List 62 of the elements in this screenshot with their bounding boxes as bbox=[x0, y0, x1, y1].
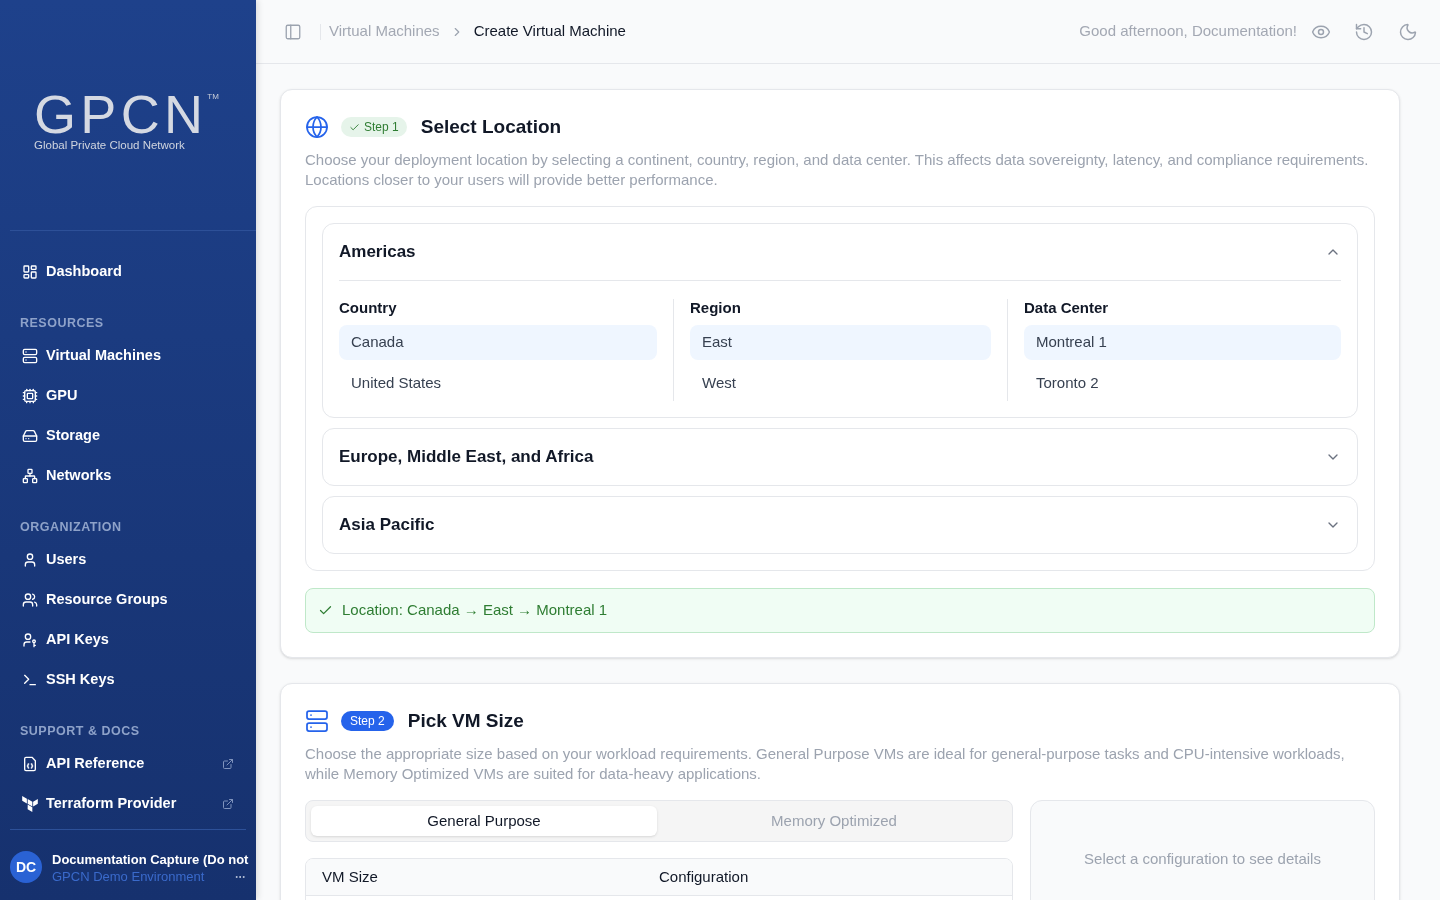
location-option[interactable]: Toronto 2 bbox=[1024, 366, 1341, 401]
server-icon bbox=[305, 709, 329, 733]
nav-item[interactable]: Users bbox=[10, 540, 246, 580]
logo-wordmark: GPCN bbox=[34, 90, 208, 138]
user-name: Documentation Capture (Do not bbox=[52, 851, 249, 869]
user-key-icon bbox=[22, 632, 38, 648]
column-label: Region bbox=[690, 299, 741, 317]
user-subtitle: GPCN Demo Environment bbox=[52, 869, 205, 885]
location-option[interactable]: West bbox=[690, 366, 991, 401]
globe-icon bbox=[305, 115, 329, 139]
check-icon bbox=[349, 121, 360, 133]
location-option[interactable]: Montreal 1 bbox=[1024, 325, 1341, 360]
nav-item[interactable]: SSH Keys bbox=[10, 660, 246, 700]
terminal-icon bbox=[22, 672, 38, 688]
nav-item[interactable]: API Keys bbox=[10, 620, 246, 660]
section-heading: SUPPORT & DOCS bbox=[20, 723, 140, 739]
network-icon bbox=[22, 468, 38, 484]
column-label: Data Center bbox=[1024, 299, 1109, 317]
user-icon bbox=[22, 552, 38, 568]
step-description: Choose the appropriate size based on your workload requirements. General Purpose VMs are ideal for general-purpose tasks and CPU-intensive workloads, while Memory Optimized VMs are suited for data-heavy applications. bbox=[305, 744, 1346, 784]
users-icon bbox=[22, 592, 38, 608]
badge-label: Step 1 bbox=[364, 121, 399, 133]
nav-item[interactable]: Storage bbox=[10, 416, 246, 456]
history-icon[interactable] bbox=[1354, 21, 1374, 42]
accordion-trigger[interactable]: Americas bbox=[339, 224, 1341, 280]
avatar[interactable]: DC bbox=[10, 851, 42, 883]
section-heading: RESOURCES bbox=[20, 315, 104, 331]
location-option[interactable]: Canada bbox=[339, 325, 657, 360]
nav-item[interactable]: Dashboard bbox=[10, 252, 246, 292]
column-label: Country bbox=[339, 299, 397, 317]
location-option[interactable]: United States bbox=[339, 366, 657, 401]
empty-state-message: Select a configuration to see details bbox=[1084, 850, 1321, 868]
accordion-trigger[interactable]: Asia Pacific bbox=[339, 497, 1341, 553]
nav-item[interactable]: API Reference bbox=[10, 744, 246, 784]
column-header: Configuration bbox=[659, 866, 749, 887]
nav-item[interactable]: Terraform Provider bbox=[10, 784, 246, 824]
nav-item[interactable]: Networks bbox=[10, 456, 246, 496]
chip-icon bbox=[22, 388, 38, 404]
step-title: Pick VM Size bbox=[407, 708, 524, 733]
sidebar-toggle-icon[interactable] bbox=[284, 22, 302, 41]
badge-label: Step 2 bbox=[350, 715, 385, 727]
server-icon bbox=[22, 348, 38, 364]
trademark-mark: TM bbox=[207, 92, 219, 102]
drive-icon bbox=[22, 428, 38, 444]
column-header: VM Size bbox=[322, 866, 378, 887]
tab[interactable]: General Purpose bbox=[311, 806, 657, 836]
nav-item[interactable]: GPU bbox=[10, 376, 246, 416]
nav-item[interactable]: Virtual Machines bbox=[10, 336, 246, 376]
logo-tagline: Global Private Cloud Network bbox=[34, 138, 185, 152]
breadcrumb-link[interactable]: Create Virtual Machine bbox=[473, 20, 626, 43]
nav-item[interactable]: Resource Groups bbox=[10, 580, 246, 620]
moon-icon[interactable] bbox=[1398, 21, 1418, 42]
greeting-text: Good afternoon, Documentation! bbox=[1079, 21, 1297, 42]
step-description: Choose your deployment location by selecting a continent, country, region, and data center. This affects data sovereignty, latency, and compliance requirements. Locations closer to your users will provide better performance. bbox=[305, 150, 1370, 190]
blocks-logo-icon bbox=[22, 796, 38, 812]
section-heading: ORGANIZATION bbox=[20, 519, 122, 535]
location-option[interactable]: East bbox=[690, 325, 991, 360]
step-title: Select Location bbox=[420, 114, 562, 139]
accordion-trigger[interactable]: Europe, Middle East, and Africa bbox=[339, 429, 1341, 485]
summary-text: Location: Canada → East → Montreal 1 bbox=[342, 600, 608, 621]
dashboard-grid-icon bbox=[22, 264, 38, 280]
file-code-icon bbox=[22, 756, 38, 772]
